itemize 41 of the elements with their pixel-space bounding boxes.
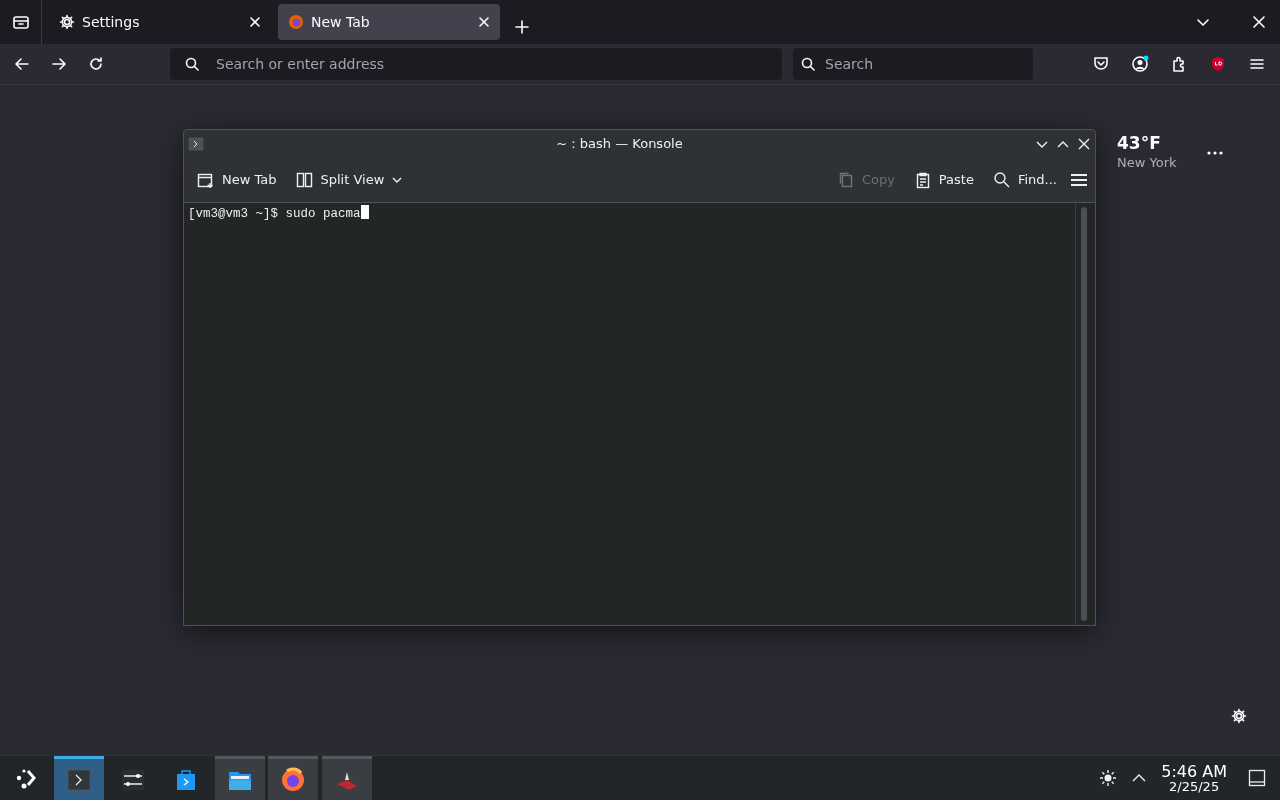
split-view-icon (295, 171, 314, 189)
weather-temperature: 43°F (1117, 133, 1162, 153)
text-input[interactable]: Search (823, 52, 1026, 76)
pocket-icon[interactable] (1092, 55, 1110, 73)
terminal-text[interactable]: [vm3@vm3 ~]$ sudo pacma (184, 203, 1075, 223)
weather-city: New York (1117, 154, 1177, 172)
taskbar-app[interactable] (214, 756, 265, 800)
gear-icon (59, 14, 75, 30)
search-icon (992, 171, 1011, 189)
search-icon (800, 56, 816, 72)
show-desktop-icon[interactable] (1248, 769, 1266, 787)
forward-arrow-icon[interactable] (51, 56, 67, 72)
scrollbar[interactable] (1081, 207, 1087, 621)
back-arrow-icon[interactable] (14, 56, 30, 72)
search-field[interactable]: Search (793, 48, 1033, 80)
settings-icon[interactable] (1231, 708, 1247, 724)
window-title: ~ : bash — Konsole (556, 135, 683, 154)
browser-tab[interactable]: New Tab (278, 4, 500, 40)
text-input[interactable]: Search or enter address (214, 52, 768, 76)
reload-icon[interactable] (88, 56, 104, 72)
toolbar-button[interactable]: Split View (289, 166, 410, 194)
clock[interactable]: 5:46 AM 2/25/25 (1161, 763, 1227, 793)
taskbar-app[interactable] (268, 756, 318, 800)
terminal-app-icon (187, 137, 204, 151)
address-field[interactable]: Search or enter address (170, 48, 782, 80)
toolbar-button[interactable]: Find... (986, 166, 1063, 194)
browser-logo-icon (288, 14, 304, 30)
account-icon[interactable] (1131, 55, 1149, 73)
toolbar-button[interactable]: New Tab (191, 166, 283, 194)
more-options-icon[interactable] (1207, 151, 1223, 155)
brightness-icon[interactable] (1099, 769, 1118, 787)
menu-icon[interactable] (1070, 171, 1088, 189)
browser-logo-icon (279, 765, 307, 794)
close-icon[interactable] (1077, 137, 1092, 151)
browser-tab[interactable]: Settings (49, 4, 271, 40)
toolbar-button[interactable]: Paste (907, 166, 980, 194)
new-tab-icon (197, 171, 215, 189)
search-icon (184, 56, 200, 72)
text-cursor (360, 205, 369, 219)
shield-icon[interactable] (1209, 55, 1227, 73)
taskbar-app[interactable] (54, 756, 104, 800)
